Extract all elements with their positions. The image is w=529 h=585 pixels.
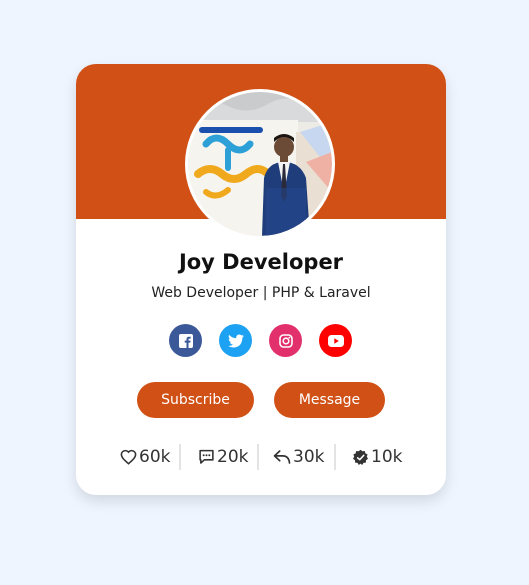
youtube-icon xyxy=(327,334,344,347)
stat-divider xyxy=(179,444,181,470)
facebook-link[interactable] xyxy=(169,324,202,357)
twitter-icon xyxy=(227,333,244,348)
facebook-icon xyxy=(178,333,193,348)
verified-stat: 10k xyxy=(352,444,402,470)
twitter-link[interactable] xyxy=(219,324,252,357)
subscribe-button[interactable]: Subscribe xyxy=(137,382,254,418)
share-icon xyxy=(273,450,291,464)
stat-divider xyxy=(257,444,259,470)
instagram-link[interactable] xyxy=(269,324,302,357)
profile-name: Joy Developer xyxy=(178,250,344,274)
comments-stat: 20k xyxy=(198,444,248,470)
message-button[interactable]: Message xyxy=(274,382,385,418)
youtube-link[interactable] xyxy=(319,324,352,357)
shares-stat: 30k xyxy=(273,444,324,470)
verified-badge-icon xyxy=(352,449,369,465)
comment-icon xyxy=(199,449,214,464)
avatar-ring xyxy=(185,89,335,239)
likes-stat: 60k xyxy=(120,444,170,470)
stat-divider xyxy=(334,444,336,470)
verified-count: 10k xyxy=(371,447,403,467)
likes-count: 60k xyxy=(139,447,171,467)
avatar xyxy=(188,92,332,236)
profile-card: Joy Developer Web Developer | PHP & Lara… xyxy=(76,64,446,495)
heart-icon xyxy=(120,449,137,465)
profile-role: Web Developer | PHP & Laravel xyxy=(151,285,371,301)
comments-count: 20k xyxy=(217,447,249,467)
stats-bar: 60k 20k 30k 10k xyxy=(116,444,406,470)
shares-count: 30k xyxy=(293,447,325,467)
social-links xyxy=(169,324,353,357)
instagram-icon xyxy=(278,333,293,348)
